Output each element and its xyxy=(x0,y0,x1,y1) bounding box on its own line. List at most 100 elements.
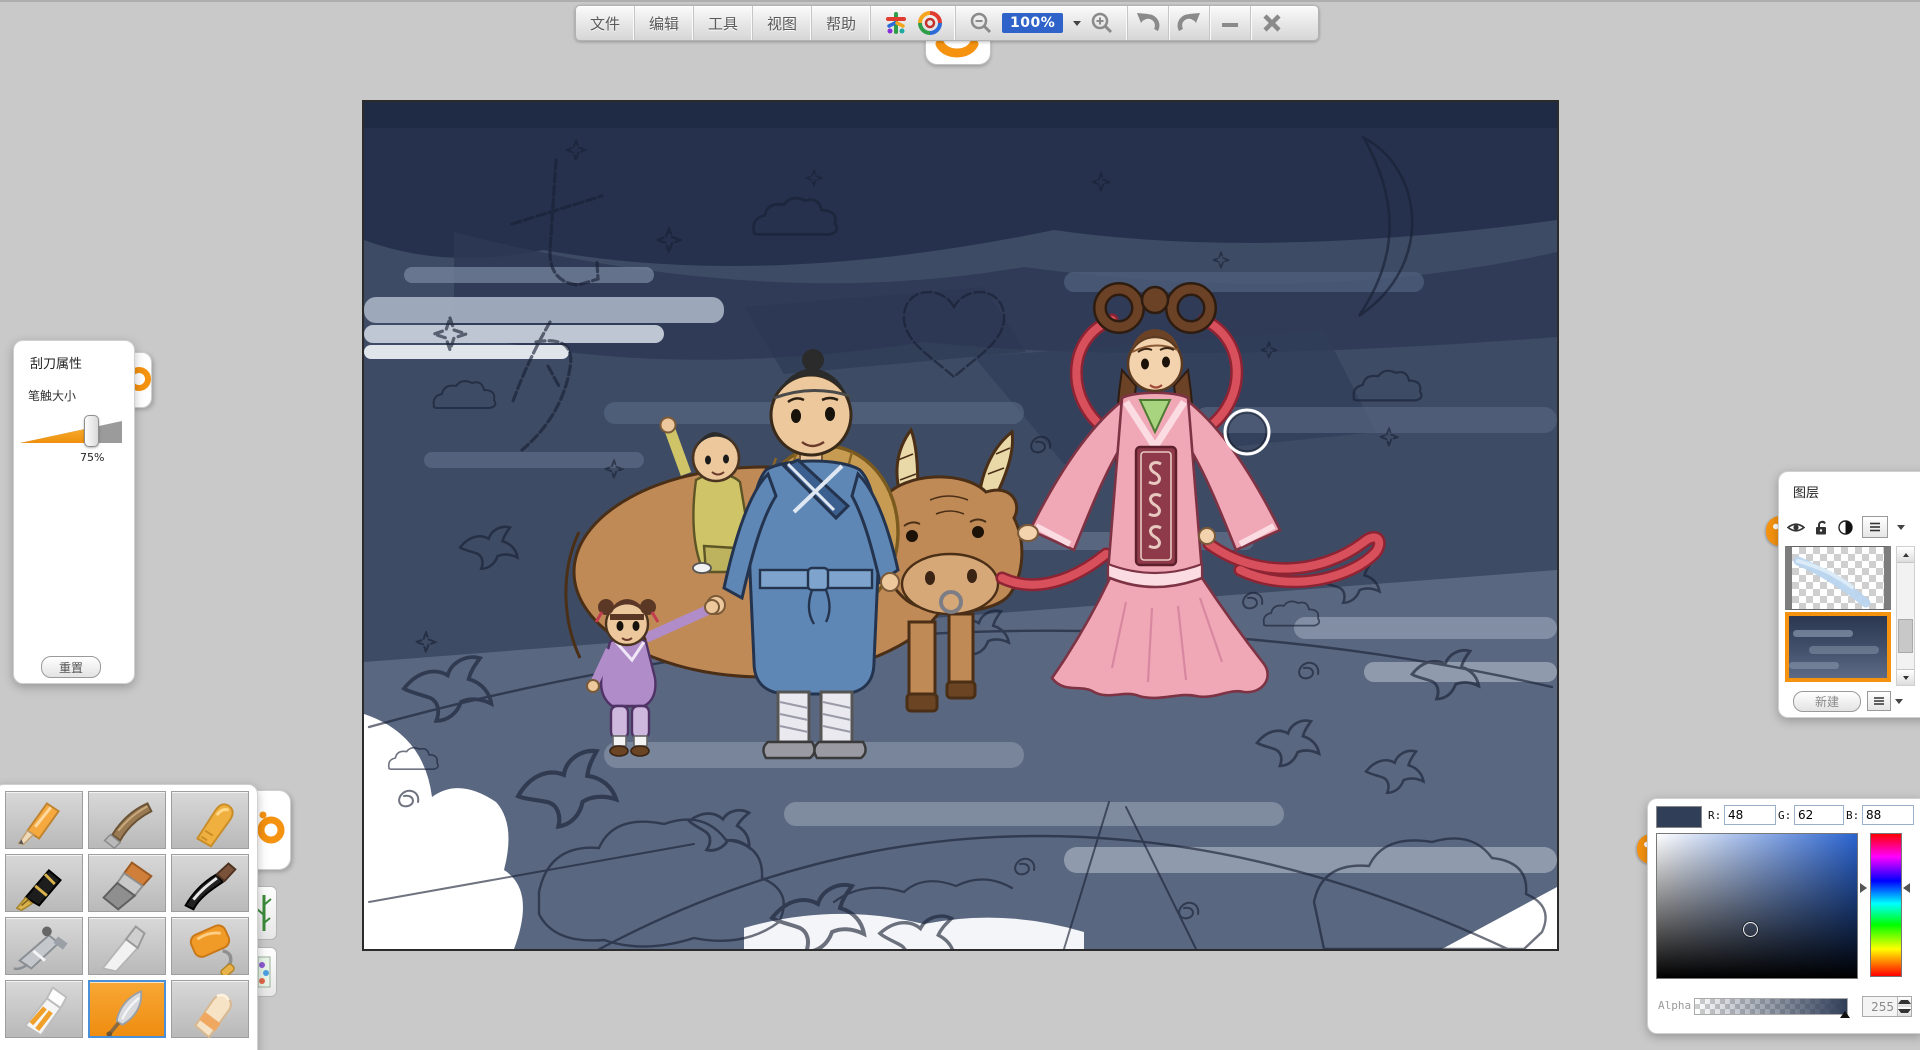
layer-lock-button[interactable] xyxy=(1814,519,1829,535)
saturation-value-picker[interactable] xyxy=(1656,833,1858,979)
eye-icon xyxy=(1787,521,1805,534)
paint-logo-figure-icon[interactable] xyxy=(879,6,913,40)
b-input[interactable] xyxy=(1862,805,1914,825)
menu-help[interactable]: 帮助 xyxy=(812,6,871,40)
app-window: 文件 编辑 工具 视图 帮助 xyxy=(0,0,1920,1050)
brush-size-slider[interactable] xyxy=(20,421,122,443)
scroll-up-button[interactable] xyxy=(1897,547,1914,563)
alpha-slider[interactable] xyxy=(1694,998,1848,1015)
layer-list xyxy=(1785,546,1891,684)
close-button[interactable] xyxy=(1251,6,1293,40)
paint-roller-icon xyxy=(172,917,248,975)
airbrush-icon xyxy=(6,917,82,975)
minimize-icon xyxy=(1220,13,1240,33)
brush-size-value: 75% xyxy=(80,451,104,464)
sv-marker[interactable] xyxy=(1743,922,1758,937)
drawing-canvas[interactable]: 七夕 xyxy=(362,100,1559,951)
alpha-value: 255 xyxy=(1863,1000,1897,1014)
scroll-down-button[interactable] xyxy=(1897,669,1914,685)
redo-button[interactable] xyxy=(1169,6,1209,40)
hue-marker-right-icon[interactable] xyxy=(1903,883,1910,893)
layer-opacity-button[interactable] xyxy=(1838,520,1853,535)
undo-icon xyxy=(1135,11,1161,35)
zoom-in-button[interactable] xyxy=(1085,6,1119,40)
tool-paint-bottle[interactable] xyxy=(5,980,83,1038)
tool-grid xyxy=(5,791,249,1038)
alpha-decrement-button[interactable] xyxy=(1898,1007,1911,1017)
menu-view[interactable]: 视图 xyxy=(753,6,812,40)
zoom-level-display[interactable]: 100% xyxy=(1002,13,1063,33)
scraper-properties-panel: 刮刀属性 笔触大小 75% 重置 xyxy=(13,340,135,684)
zoom-in-icon xyxy=(1090,11,1114,35)
layer-menu-arrow-icon[interactable] xyxy=(1897,525,1905,530)
alpha-label: Alpha xyxy=(1658,999,1691,1012)
picture-stamp-icon xyxy=(256,953,272,991)
r-label: R: xyxy=(1708,809,1721,822)
layers-options-button[interactable] xyxy=(1867,691,1891,711)
b-label: B: xyxy=(1846,809,1859,822)
layer-item-sketch[interactable] xyxy=(1785,546,1891,610)
layer-visibility-button[interactable] xyxy=(1787,521,1805,534)
close-icon xyxy=(1262,13,1282,33)
fountain-pen-icon xyxy=(6,854,82,912)
g-label: G: xyxy=(1778,809,1791,822)
pencil-icon xyxy=(6,791,82,849)
zoom-dropdown-arrow-icon[interactable] xyxy=(1073,21,1081,26)
layer-item-sky-selected[interactable] xyxy=(1785,612,1891,682)
hue-marker-left-icon[interactable] xyxy=(1860,883,1867,893)
tool-crayon[interactable] xyxy=(171,791,249,849)
menu-tools[interactable]: 工具 xyxy=(694,6,753,40)
brush-size-label: 笔触大小 xyxy=(28,387,76,404)
slider-handle[interactable] xyxy=(84,415,99,447)
menu-file[interactable]: 文件 xyxy=(576,6,635,40)
color-picker-panel: R: G: B: Alpha 255 xyxy=(1647,798,1920,1034)
zoom-out-button[interactable] xyxy=(964,6,998,40)
list-icon xyxy=(1868,521,1882,533)
panel-title: 刮刀属性 xyxy=(30,353,82,372)
hue-slider[interactable] xyxy=(1870,833,1902,977)
logo-button-group xyxy=(871,6,956,40)
tool-airbrush[interactable] xyxy=(5,917,83,975)
half-circle-icon xyxy=(1838,520,1853,535)
g-input[interactable] xyxy=(1794,805,1844,825)
tool-palette-handle[interactable] xyxy=(253,790,291,870)
zoom-out-icon xyxy=(969,11,993,35)
paint-bottle-icon xyxy=(6,980,82,1038)
charcoal-stick-icon xyxy=(89,791,165,849)
tool-charcoal-stick[interactable] xyxy=(88,791,166,849)
reset-button[interactable]: 重置 xyxy=(41,656,101,678)
menu-edit[interactable]: 编辑 xyxy=(635,6,694,40)
paint-logo-ring-icon[interactable] xyxy=(913,6,947,40)
palette-knife-icon xyxy=(89,917,165,975)
tool-palette-knife[interactable] xyxy=(88,917,166,975)
tool-eraser[interactable] xyxy=(171,980,249,1038)
tool-flat-brush[interactable] xyxy=(88,854,166,912)
canvas-artwork: 七夕 xyxy=(364,102,1557,949)
tool-pencil[interactable] xyxy=(5,791,83,849)
orange-ring-icon xyxy=(257,800,287,860)
layer-menu-button[interactable] xyxy=(1862,516,1888,538)
tool-scraper-selected[interactable] xyxy=(88,980,166,1038)
flat-brush-icon xyxy=(89,854,165,912)
redo-icon xyxy=(1176,11,1202,35)
alpha-increment-button[interactable] xyxy=(1898,997,1911,1007)
new-layer-button[interactable]: 新建 xyxy=(1793,691,1861,712)
alpha-spinner[interactable]: 255 xyxy=(1862,996,1912,1017)
main-toolbar: 文件 编辑 工具 视图 帮助 xyxy=(575,5,1319,41)
crayon-icon xyxy=(172,791,248,849)
layers-options-arrow-icon[interactable] xyxy=(1895,699,1903,704)
layer-scrollbar[interactable] xyxy=(1896,546,1915,686)
tool-paint-roller[interactable] xyxy=(171,917,249,975)
undo-button[interactable] xyxy=(1128,6,1168,40)
tool-fountain-pen[interactable] xyxy=(5,854,83,912)
r-input[interactable] xyxy=(1724,805,1776,825)
ink-brush-icon xyxy=(172,854,248,912)
current-color-swatch xyxy=(1656,806,1702,828)
tool-ink-brush[interactable] xyxy=(171,854,249,912)
zoom-group: 100% xyxy=(956,6,1128,40)
list-icon xyxy=(1873,696,1885,706)
scraper-icon xyxy=(90,982,164,1036)
minimize-button[interactable] xyxy=(1210,6,1250,40)
alpha-marker-icon[interactable] xyxy=(1840,1011,1850,1018)
scroll-thumb[interactable] xyxy=(1898,619,1913,653)
